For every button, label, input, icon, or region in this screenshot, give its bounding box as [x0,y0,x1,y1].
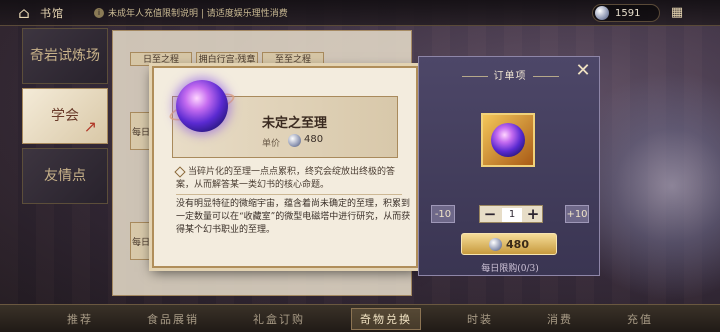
plus-button[interactable]: + [526,207,540,222]
shop-tab-row: 日至之程 拥白行宫·残章 至至之程 [130,52,324,66]
item-orb-icon [176,80,228,132]
nav-fashion[interactable]: 时装 [459,309,501,329]
price-value: 480 [304,134,324,145]
quantity-box: − 1 + [479,205,543,223]
daily-limit: 每日限购(0/3) [481,264,539,274]
sidebar: 奇岩试炼场 学会 ↗ 友情点 [0,26,112,206]
character-backdrop [600,40,720,332]
sidebar-item-society[interactable]: 学会 ↗ [22,88,108,144]
quantity-input[interactable]: 1 [502,208,522,222]
arrow-icon: ↗ [83,117,97,136]
shop-card-edge[interactable]: 每日 [130,222,152,260]
currency-counter[interactable]: 1591 [592,4,660,22]
quantity-stepper: -10 − 1 + +10 [431,205,589,223]
buy-button[interactable]: 480 [461,233,557,255]
gem-icon [288,134,301,147]
shop-card-edge[interactable]: 每日 [130,112,152,150]
buy-price: 480 [506,237,529,251]
plus-ten-button[interactable]: +10 [565,205,589,223]
close-icon[interactable]: ✕ [573,61,593,81]
item-name: 未定之至理 [262,116,328,131]
home-icon[interactable]: ⌂ [14,3,34,23]
grid-icon[interactable]: ▦ [668,4,686,22]
minus-button[interactable]: − [483,207,497,222]
item-description: 没有明显特征的微缩宇宙，蕴含着尚未确定的至理，积累到一定数量可以在“收藏室”的微… [176,199,411,235]
shop-tab[interactable]: 至至之程 [262,52,324,66]
item-lore: 当碎片化的至理一点点累积，终究会绽放出终极的答案，从而解答某一类幻书的核心命题。 [176,167,396,190]
order-panel: 订单项 ✕ -10 − 1 + +10 480 每日限购(0/3) [418,56,600,276]
page-title: 书馆 [40,6,64,20]
notice-text: 未成年人充值限制说明 | 请适度娱乐理性消费 [108,9,288,19]
nav-consume[interactable]: 消费 [539,309,581,329]
sidebar-item-label: 奇岩试炼场 [30,48,100,64]
nav-recharge[interactable]: 充值 [619,309,661,329]
sidebar-item-trial[interactable]: 奇岩试炼场 [22,28,108,84]
divider [176,194,402,195]
currency-amount: 1591 [615,7,641,19]
sidebar-item-friendship[interactable]: 友情点 [22,148,108,204]
item-orb-icon [491,123,525,157]
order-item-frame [481,113,535,167]
notice-bar[interactable]: i 未成年人充值限制说明 | 请适度娱乐理性消费 [94,6,288,19]
nav-recommend[interactable]: 推荐 [59,309,101,329]
sidebar-item-label: 友情点 [44,168,86,184]
shop-tab[interactable]: 日至之程 [130,52,192,66]
item-detail-popup: 未定之至理 单价 480 当碎片化的至理一点点累积，终究会绽放出终极的答案，从而… [152,66,418,268]
gem-icon [489,237,503,251]
bottom-nav: 推荐 食品展销 礼盒订购 奇物兑换 时装 消费 充值 [0,304,720,332]
info-icon: i [94,7,104,18]
nav-food[interactable]: 食品展销 [139,309,207,329]
nav-exchange[interactable]: 奇物兑换 [351,307,421,330]
minus-ten-button[interactable]: -10 [431,205,455,223]
price-label: 单价 [262,139,281,149]
shop-tab[interactable]: 拥白行宫·残章 [196,52,258,66]
nav-gift[interactable]: 礼盒订购 [245,309,313,329]
gem-icon [595,6,609,20]
sidebar-item-label: 学会 [51,108,79,124]
